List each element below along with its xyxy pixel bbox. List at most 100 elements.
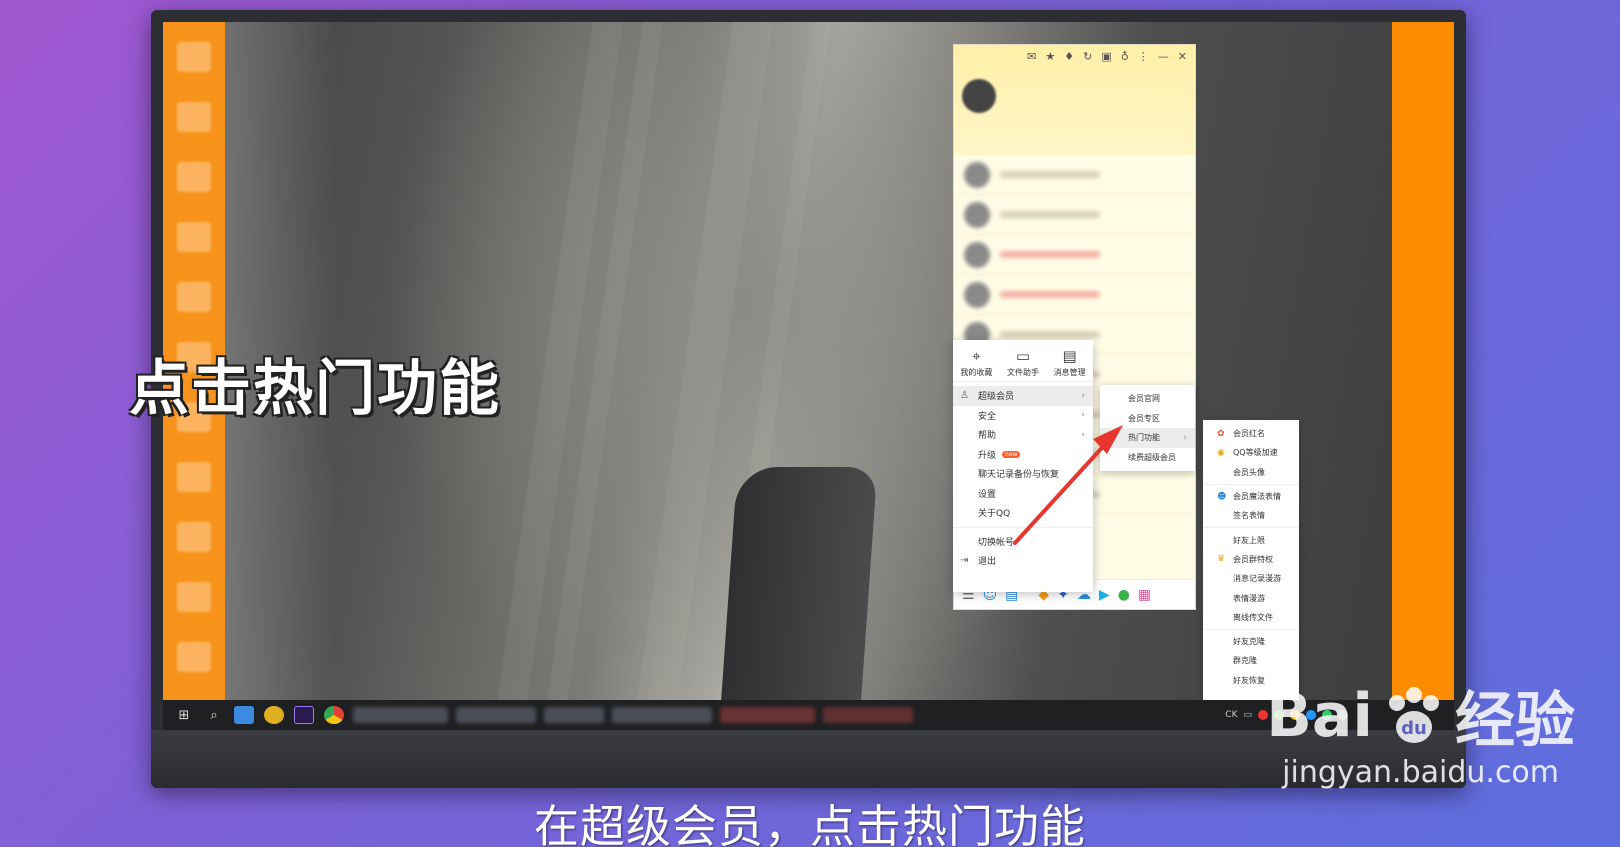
- premiere-app-icon[interactable]: [289, 700, 319, 730]
- flower-icon: ✿: [1217, 428, 1225, 439]
- taskbar-app[interactable]: [456, 707, 536, 723]
- windows-start-icon[interactable]: ⊞: [169, 700, 199, 730]
- hot-item-magic-emoji[interactable]: ☻ 会员魔法表情: [1203, 487, 1299, 506]
- hot-item-group-clone[interactable]: 群克隆: [1203, 651, 1299, 670]
- crown-icon: ♛: [1217, 554, 1226, 565]
- submenu-item-hot-features[interactable]: 热门功能 ›: [1100, 428, 1195, 448]
- shirt-icon[interactable]: ♦: [1064, 50, 1074, 63]
- menu-item-about[interactable]: 关于QQ: [953, 503, 1093, 523]
- desktop-icon[interactable]: [177, 522, 211, 552]
- hot-item-signature-emoji[interactable]: 签名表情: [1203, 506, 1299, 525]
- subtitle-caption: 在超级会员，点击热门功能: [533, 800, 1086, 847]
- app-icon[interactable]: [259, 700, 289, 730]
- desktop-icon[interactable]: [177, 42, 211, 72]
- taskbar: ⊞ ⌕ CK ▭: [163, 700, 1454, 730]
- desktop-icon[interactable]: [177, 582, 211, 612]
- chevron-right-icon: ›: [1081, 390, 1085, 401]
- taskbar-app[interactable]: [612, 707, 712, 723]
- list-item[interactable]: [954, 235, 1195, 275]
- menu-item-chat-backup[interactable]: 聊天记录备份与恢复: [953, 464, 1093, 484]
- submenu-item-renew-vip[interactable]: 续费超级会员: [1100, 448, 1195, 468]
- avatar[interactable]: [962, 79, 996, 113]
- exit-icon: ⇥: [960, 555, 969, 567]
- menu-divider: [1203, 628, 1299, 630]
- taskbar-app[interactable]: [353, 707, 448, 723]
- menu-divider: [1203, 527, 1299, 529]
- taskbar-app[interactable]: [823, 707, 913, 723]
- qq-main-menu: ⌖ 我的收藏 ▭ 文件助手 ▤ 消息管理 ♙ 超级会员 › 安全 › 帮助 › …: [953, 340, 1093, 592]
- submenu-item-vip-site[interactable]: 会员官网: [1100, 389, 1195, 409]
- bell-icon[interactable]: ♁: [1121, 50, 1129, 63]
- menu-divider: [1203, 483, 1299, 485]
- menu-item-help[interactable]: 帮助 ›: [953, 425, 1093, 445]
- music-icon[interactable]: ●: [1118, 587, 1130, 603]
- hot-item-level-boost[interactable]: ◉ QQ等级加速: [1203, 443, 1299, 462]
- hot-item-friend-clone[interactable]: 好友克隆: [1203, 632, 1299, 651]
- submenu-hot-features: ✿ 会员红名 ◉ QQ等级加速 会员头像 ☻ 会员魔法表情 签名表情 好友上限 ♛ 会员…: [1203, 420, 1299, 705]
- new-badge: new: [1002, 450, 1021, 458]
- baidu-jingyan-watermark: Bai du 经验 jingyan.baidu.com: [1266, 672, 1575, 791]
- star-icon[interactable]: ★: [1045, 50, 1055, 63]
- qq-titlebar: ✉ ★ ♦ ↻ ▣ ♁ ⋮ — ✕: [954, 45, 1195, 67]
- bookmark-icon: ⌖: [972, 347, 981, 365]
- file-assistant-button[interactable]: ▭ 文件助手: [1007, 349, 1039, 378]
- message-icon: ▤: [1062, 347, 1077, 365]
- favorites-button[interactable]: ⌖ 我的收藏: [960, 349, 992, 378]
- desktop-icon[interactable]: [177, 102, 211, 132]
- watermark-logo: Bai du 经验: [1266, 680, 1575, 757]
- apps-icon[interactable]: ▦: [1138, 587, 1151, 603]
- chevron-right-icon: ›: [1081, 429, 1085, 440]
- keyboard-icon[interactable]: ▭: [1243, 710, 1252, 720]
- menu-divider: [953, 526, 1093, 528]
- message-manager-button[interactable]: ▤ 消息管理: [1054, 349, 1086, 378]
- desktop-icon[interactable]: [177, 642, 211, 672]
- search-icon[interactable]: ⌕: [199, 700, 229, 730]
- list-item[interactable]: [954, 275, 1195, 315]
- overlay-title: 点击热门功能: [129, 354, 501, 424]
- desktop-icon[interactable]: [177, 162, 211, 192]
- minimize-icon[interactable]: —: [1158, 50, 1169, 63]
- folder-icon: ▭: [1015, 347, 1031, 365]
- hot-item-red-name[interactable]: ✿ 会员红名: [1203, 424, 1299, 443]
- taskbar-app[interactable]: [544, 707, 604, 723]
- photos-app-icon[interactable]: [229, 700, 259, 730]
- desktop-icon[interactable]: [177, 222, 211, 252]
- menu-item-settings[interactable]: 设置: [953, 484, 1093, 504]
- hot-item-message-roaming[interactable]: 消息记录漫游: [1203, 569, 1299, 588]
- list-item[interactable]: [954, 195, 1195, 235]
- rock-slab: [718, 467, 878, 730]
- menu-item-switch-account[interactable]: 切换帐号: [953, 532, 1093, 552]
- chevron-right-icon: ›: [1183, 432, 1187, 443]
- mail-icon[interactable]: ✉: [1027, 50, 1036, 63]
- paw-icon: du: [1389, 686, 1439, 743]
- hot-item-group-privilege[interactable]: ♛ 会员群特权: [1203, 550, 1299, 569]
- submenu-super-vip: 会员官网 会员专区 热门功能 › 续费超级会员: [1100, 385, 1195, 471]
- refresh-icon[interactable]: ↻: [1083, 50, 1092, 63]
- hot-item-emoji-roaming[interactable]: 表情漫游: [1203, 588, 1299, 607]
- orange-panel: [1392, 22, 1454, 712]
- svg-text:du: du: [1401, 718, 1427, 739]
- menu-item-exit[interactable]: ⇥ 退出: [953, 551, 1093, 571]
- chevron-right-icon: ›: [1081, 410, 1085, 421]
- video-icon[interactable]: ▶: [1099, 587, 1110, 603]
- more-icon[interactable]: ⋮: [1138, 50, 1149, 63]
- menu-item-security[interactable]: 安全 ›: [953, 406, 1093, 426]
- hot-item-friend-limit[interactable]: 好友上限: [1203, 530, 1299, 549]
- list-item[interactable]: [954, 155, 1195, 195]
- desktop-icon[interactable]: [177, 282, 211, 312]
- chrome-app-icon[interactable]: [319, 700, 349, 730]
- menu-item-super-vip[interactable]: ♙ 超级会员 ›: [953, 386, 1093, 406]
- taskbar-app[interactable]: [720, 707, 815, 723]
- close-icon[interactable]: ✕: [1178, 50, 1187, 63]
- penguin-icon: ♙: [960, 390, 969, 402]
- desktop-icon[interactable]: [177, 462, 211, 492]
- hot-item-avatar[interactable]: 会员头像: [1203, 463, 1299, 482]
- menu-item-upgrade[interactable]: 升级 new: [953, 445, 1093, 465]
- ime-indicator[interactable]: CK: [1225, 710, 1237, 720]
- inbox-icon[interactable]: ▣: [1101, 50, 1111, 63]
- qq-header: ✉ ★ ♦ ↻ ▣ ♁ ⋮ — ✕: [954, 45, 1195, 155]
- level-icon: ◉: [1217, 447, 1225, 458]
- submenu-item-vip-zone[interactable]: 会员专区: [1100, 409, 1195, 429]
- menu-tools: ⌖ 我的收藏 ▭ 文件助手 ▤ 消息管理: [953, 340, 1093, 382]
- hot-item-offline-file[interactable]: 离线传文件: [1203, 608, 1299, 627]
